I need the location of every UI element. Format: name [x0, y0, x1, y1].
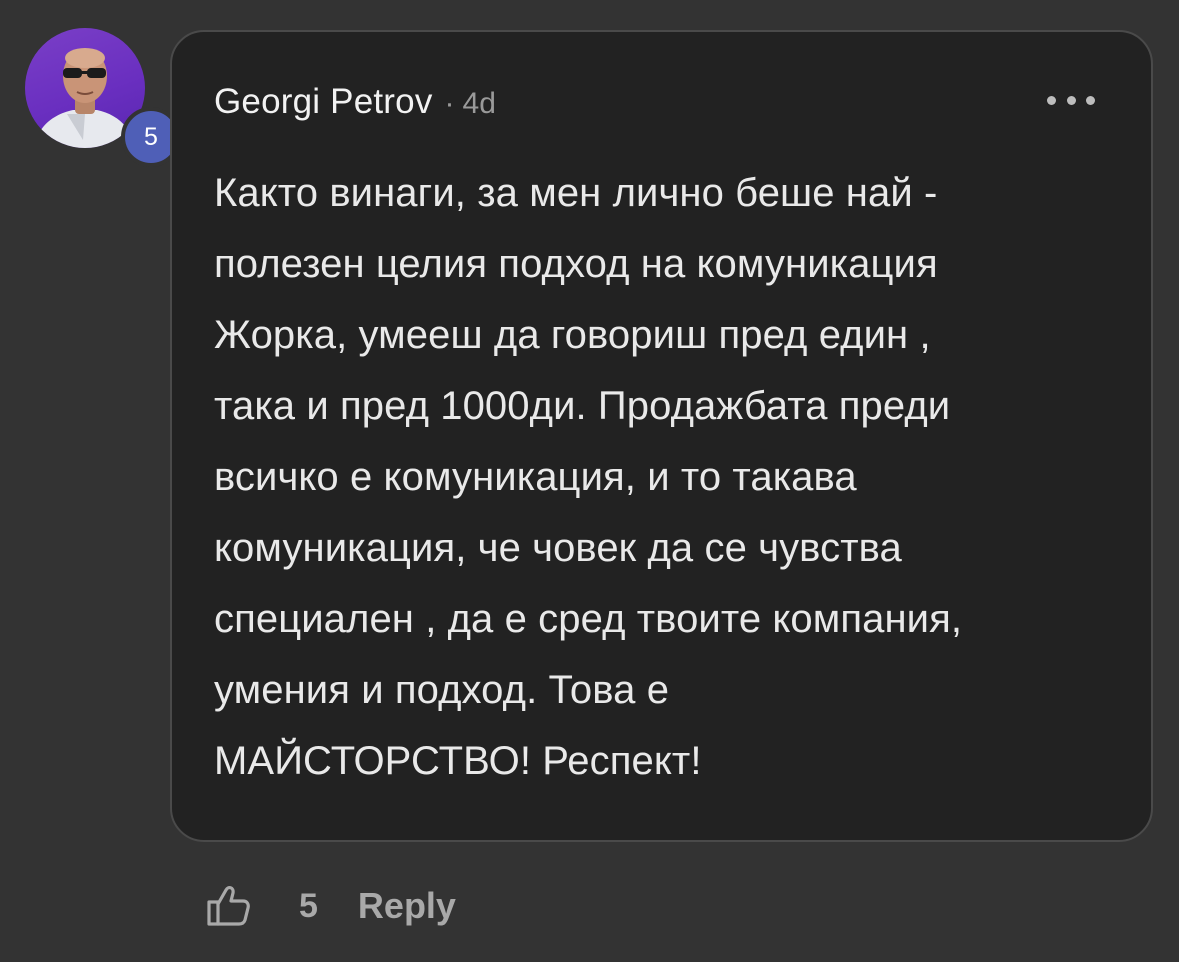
reply-button[interactable]: Reply: [358, 885, 456, 927]
thumbs-up-icon: [207, 886, 250, 926]
comment-bubble: Georgi Petrov · 4d Както винаги, за мен …: [170, 30, 1153, 842]
meta-separator: ·: [444, 87, 455, 120]
comment-header: Georgi Petrov · 4d: [214, 82, 496, 122]
like-count: 5: [299, 886, 318, 925]
like-button[interactable]: [203, 881, 253, 931]
more-options-button[interactable]: [1047, 88, 1095, 112]
author-avatar-group[interactable]: 5: [25, 28, 181, 167]
more-horizontal-icon-dot: [1066, 95, 1076, 105]
comment-actions: 5 Reply: [203, 878, 456, 934]
author-name[interactable]: Georgi Petrov: [214, 82, 433, 122]
comment-text: Както винаги, за мен лично беше най - по…: [214, 171, 963, 783]
more-horizontal-icon-dot: [1086, 95, 1095, 105]
comment-time[interactable]: 4d: [463, 87, 496, 121]
more-horizontal-icon: [1047, 95, 1056, 105]
comment-thread: 5 Georgi Petrov · 4d Както винаги, за ме…: [0, 0, 1179, 962]
